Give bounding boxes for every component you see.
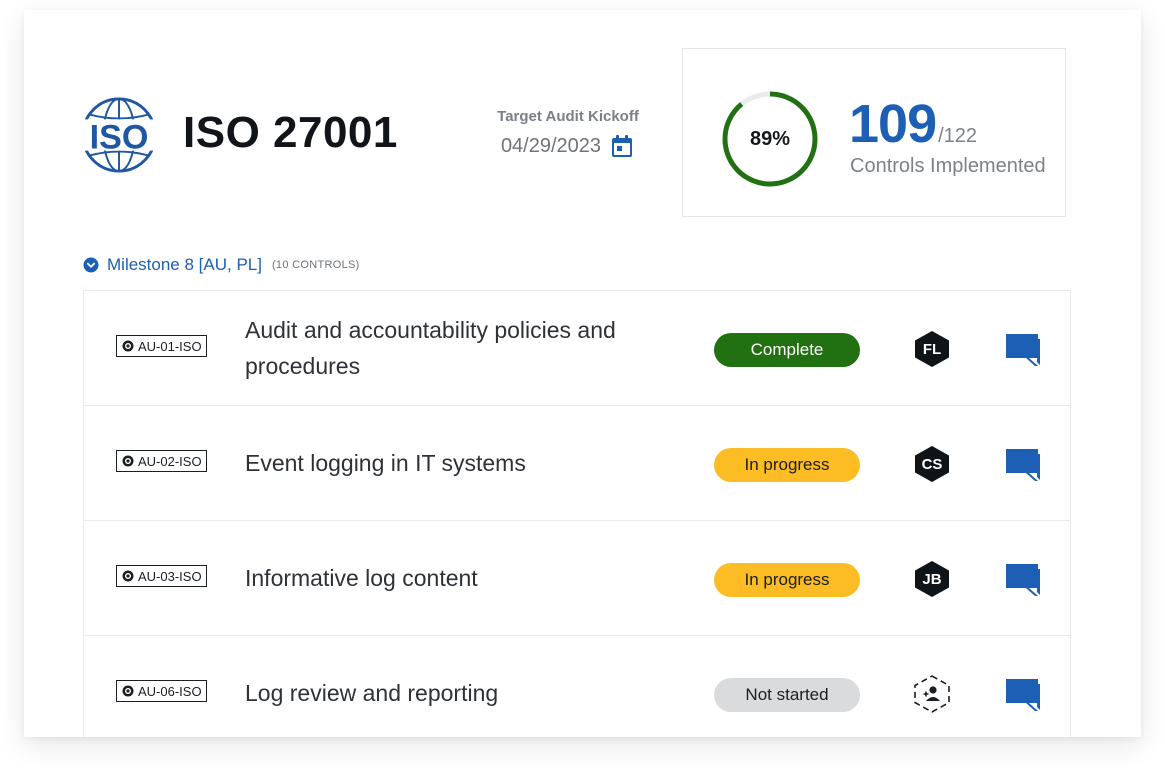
assignee-initials: JB bbox=[922, 570, 942, 588]
chevron-down-circle-icon[interactable] bbox=[83, 257, 99, 273]
comment-icon[interactable] bbox=[1004, 561, 1042, 599]
table-row[interactable]: AU-06-ISO Log review and reporting Not s… bbox=[84, 636, 1070, 737]
controls-progress-panel: 89% 109 /122 Controls Implemented bbox=[682, 48, 1066, 217]
table-row[interactable]: AU-03-ISO Informative log content In pro… bbox=[84, 521, 1070, 636]
status-badge[interactable]: In progress bbox=[714, 448, 860, 482]
assignee-avatar[interactable]: FL bbox=[912, 329, 952, 369]
control-id-tag[interactable]: AU-06-ISO bbox=[116, 680, 207, 702]
controls-table: AU-01-ISO Audit and accountability polic… bbox=[83, 290, 1071, 737]
controls-implemented-count: 109 bbox=[849, 94, 937, 154]
control-gear-icon bbox=[122, 455, 134, 467]
control-name[interactable]: Informative log content bbox=[245, 521, 665, 635]
control-id: AU-02-ISO bbox=[138, 453, 202, 469]
assignee-avatar[interactable] bbox=[912, 674, 952, 714]
control-gear-icon bbox=[122, 570, 134, 582]
assignee-initials: CS bbox=[921, 455, 943, 473]
assignee-avatar[interactable]: CS bbox=[912, 444, 952, 484]
assignee-initials: FL bbox=[922, 340, 942, 358]
milestone-title[interactable]: Milestone 8 [AU, PL] bbox=[107, 255, 262, 275]
control-gear-icon bbox=[122, 685, 134, 697]
control-name[interactable]: Log review and reporting bbox=[245, 636, 665, 737]
status-badge[interactable]: Complete bbox=[714, 333, 860, 367]
compliance-card: ISO ISO 27001 Target Audit Kickoff 04/29… bbox=[24, 10, 1141, 737]
control-id: AU-01-ISO bbox=[138, 338, 202, 354]
audit-kickoff-date: 04/29/2023 bbox=[500, 134, 602, 157]
control-id-tag[interactable]: AU-03-ISO bbox=[116, 565, 207, 587]
control-name[interactable]: Event logging in IT systems bbox=[245, 406, 665, 520]
assignee-avatar[interactable]: JB bbox=[912, 559, 952, 599]
comment-icon[interactable] bbox=[1004, 331, 1042, 369]
control-id: AU-06-ISO bbox=[138, 683, 202, 699]
iso-logo: ISO bbox=[80, 97, 158, 173]
page-title: ISO 27001 bbox=[183, 108, 398, 157]
control-id-tag[interactable]: AU-01-ISO bbox=[116, 335, 207, 357]
table-row[interactable]: AU-02-ISO Event logging in IT systems In… bbox=[84, 406, 1070, 521]
comment-icon[interactable] bbox=[1004, 676, 1042, 714]
milestone-header: Milestone 8 [AU, PL] (10 CONTROLS) bbox=[83, 255, 360, 275]
control-id: AU-03-ISO bbox=[138, 568, 202, 584]
progress-percent: 89% bbox=[749, 127, 791, 150]
calendar-icon[interactable] bbox=[609, 133, 635, 159]
table-row[interactable]: AU-01-ISO Audit and accountability polic… bbox=[84, 291, 1070, 406]
status-badge[interactable]: In progress bbox=[714, 563, 860, 597]
comment-icon[interactable] bbox=[1004, 446, 1042, 484]
controls-implemented-label: Controls Implemented bbox=[850, 155, 1046, 177]
audit-kickoff: Target Audit Kickoff 04/29/2023 bbox=[482, 108, 654, 159]
control-id-tag[interactable]: AU-02-ISO bbox=[116, 450, 207, 472]
control-name[interactable]: Audit and accountability policies and pr… bbox=[245, 291, 665, 405]
control-gear-icon bbox=[122, 340, 134, 352]
audit-kickoff-label: Target Audit Kickoff bbox=[497, 108, 639, 125]
logo-text: ISO bbox=[90, 119, 149, 157]
controls-total: /122 bbox=[938, 125, 978, 147]
status-badge[interactable]: Not started bbox=[714, 678, 860, 712]
milestone-control-count: (10 CONTROLS) bbox=[271, 259, 360, 271]
add-assignee-icon bbox=[914, 675, 950, 713]
